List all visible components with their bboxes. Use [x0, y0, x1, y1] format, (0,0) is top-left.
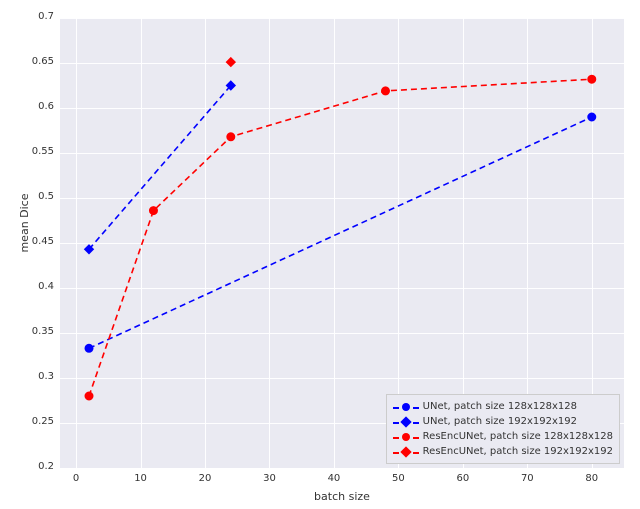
series-line [89, 79, 592, 396]
x-tick-label: 50 [383, 473, 413, 484]
figure: batch size mean Dice UNet, patch size 12… [0, 0, 640, 509]
y-axis-label: mean Dice [18, 173, 31, 273]
legend-label: UNet, patch size 192x192x192 [423, 416, 577, 427]
y-tick-label: 0.7 [18, 11, 54, 22]
x-tick-label: 20 [190, 473, 220, 484]
x-tick-label: 40 [319, 473, 349, 484]
diamond-marker-icon [226, 58, 235, 67]
circle-marker-icon [402, 403, 410, 411]
legend-entry: UNet, patch size 128x128x128 [393, 399, 613, 414]
x-tick-label: 10 [126, 473, 156, 484]
x-axis-label: batch size [292, 490, 392, 503]
legend-sample [393, 401, 419, 413]
series-line [89, 117, 592, 348]
legend-entry: UNet, patch size 192x192x192 [393, 414, 613, 429]
legend-entry: ResEncUNet, patch size 192x192x192 [393, 444, 613, 459]
y-tick-label: 0.6 [18, 101, 54, 112]
diamond-marker-icon [400, 446, 411, 457]
circle-marker-icon [85, 392, 93, 400]
diamond-marker-icon [400, 416, 411, 427]
x-tick-label: 70 [512, 473, 542, 484]
y-tick-label: 0.65 [18, 56, 54, 67]
x-tick-label: 60 [448, 473, 478, 484]
circle-marker-icon [85, 344, 93, 352]
legend-sample [393, 416, 419, 428]
y-tick-label: 0.45 [18, 236, 54, 247]
circle-marker-icon [402, 433, 410, 441]
y-tick-label: 0.25 [18, 416, 54, 427]
legend-entry: ResEncUNet, patch size 128x128x128 [393, 429, 613, 444]
circle-marker-icon [588, 113, 596, 121]
legend-label: UNet, patch size 128x128x128 [423, 401, 577, 412]
x-tick-label: 30 [254, 473, 284, 484]
y-tick-label: 0.5 [18, 191, 54, 202]
y-tick-label: 0.3 [18, 371, 54, 382]
circle-marker-icon [382, 87, 390, 95]
x-tick-label: 80 [577, 473, 607, 484]
y-tick-label: 0.55 [18, 146, 54, 157]
x-tick-label: 0 [61, 473, 91, 484]
legend-sample [393, 446, 419, 458]
legend-sample [393, 431, 419, 443]
circle-marker-icon [588, 75, 596, 83]
y-tick-label: 0.35 [18, 326, 54, 337]
series-line [89, 86, 231, 250]
y-tick-label: 0.2 [18, 461, 54, 472]
legend-label: ResEncUNet, patch size 192x192x192 [423, 446, 613, 457]
circle-marker-icon [227, 133, 235, 141]
y-tick-label: 0.4 [18, 281, 54, 292]
legend-label: ResEncUNet, patch size 128x128x128 [423, 431, 613, 442]
legend: UNet, patch size 128x128x128 UNet, patch… [386, 394, 620, 464]
circle-marker-icon [149, 207, 157, 215]
